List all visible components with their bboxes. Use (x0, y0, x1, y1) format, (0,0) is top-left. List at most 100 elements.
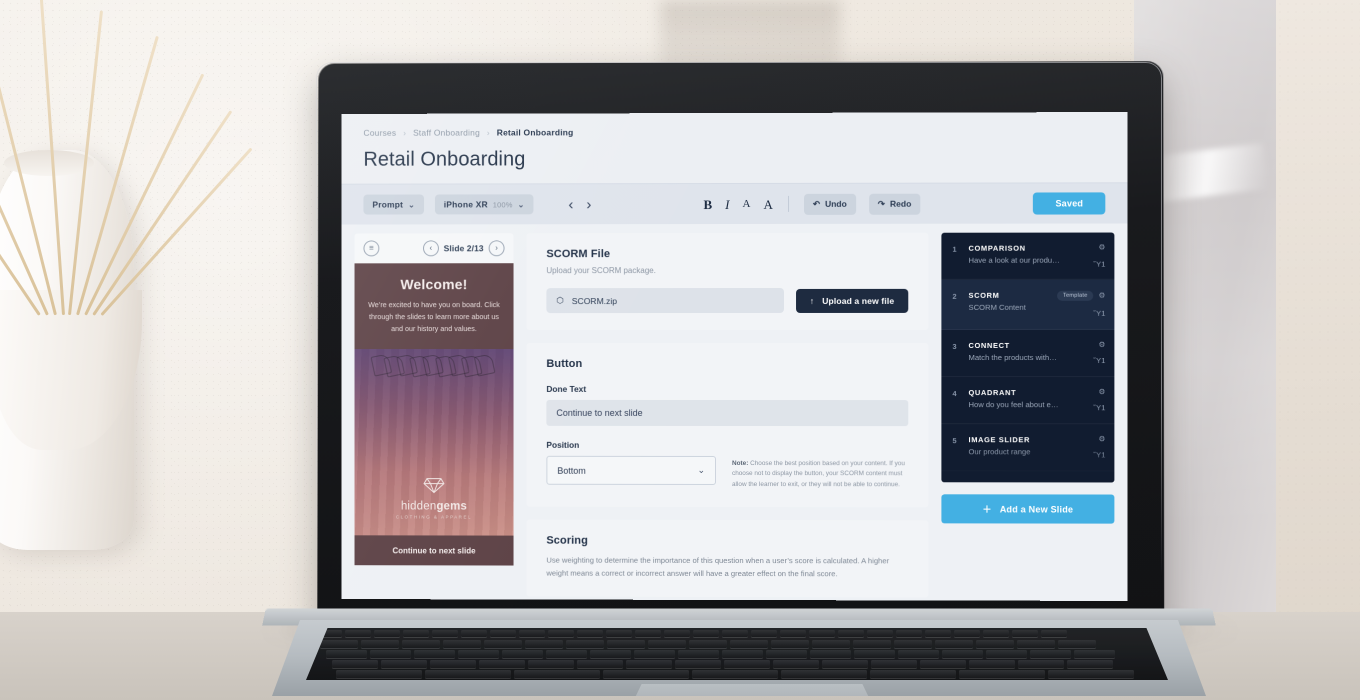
chevron-right-icon: › (403, 128, 406, 137)
trash-icon[interactable]: Ὕ1 (1093, 404, 1105, 412)
slide-list-item[interactable]: 2 SCORM SCORM Content Template ⚙ Ὕ1 (941, 280, 1114, 330)
slide-type-label: IMAGE SLIDER (969, 435, 1085, 444)
trash-icon[interactable]: Ὕ1 (1093, 260, 1105, 268)
keyboard-key (461, 630, 487, 637)
scoring-panel: Scoring Use weighting to determine the i… (526, 520, 928, 598)
upload-icon: ↑ (810, 295, 814, 305)
keyboard-key (810, 650, 851, 658)
keyboard-key (519, 630, 545, 637)
photo-scene: Courses › Staff Onboarding › Retail Onbo… (0, 0, 1360, 700)
device-dropdown-label: iPhone XR (444, 199, 488, 209)
slide-title: Welcome! (366, 276, 501, 292)
keyboard-key (724, 660, 770, 668)
save-button[interactable]: Saved (1033, 192, 1105, 214)
device-preview-card: ≡ ‹ Slide 2/13 › Welcome! We’re excited … (355, 233, 514, 565)
keyboard-key (1074, 650, 1115, 658)
reed-stem (92, 110, 232, 316)
keyboard-key (678, 650, 719, 658)
reed-stem (84, 73, 204, 315)
laptop-keydeck (272, 620, 1206, 696)
preview-next-icon[interactable]: › (489, 240, 505, 256)
gear-icon[interactable]: ⚙ (1099, 340, 1106, 348)
add-new-slide-button[interactable]: ＋ Add a New Slide (941, 494, 1114, 523)
font-size-large-button[interactable]: A (763, 197, 772, 210)
keyboard-key (1018, 660, 1064, 668)
trackpad (632, 684, 872, 700)
prompt-dropdown[interactable]: Prompt ⌄ (363, 195, 423, 215)
prev-slide-arrow[interactable]: ‹ (568, 197, 573, 212)
keyboard-key (983, 630, 1009, 637)
keyboard-key (525, 640, 563, 648)
keyboard-key (381, 660, 427, 668)
keyboard-key (853, 640, 891, 648)
upload-new-file-button[interactable]: ↑ Upload a new file (796, 288, 909, 312)
gear-icon[interactable]: ⚙ (1099, 388, 1106, 396)
upload-button-label: Upload a new file (822, 295, 894, 305)
gear-icon[interactable]: ⚙ (1099, 292, 1106, 300)
slide-cta-button[interactable]: Continue to next slide (355, 535, 514, 565)
keyboard-key (320, 640, 358, 648)
keyboard (306, 628, 1168, 680)
keyboard-key (374, 630, 400, 637)
plus-icon: ＋ (982, 502, 991, 515)
wall-texture-right (1276, 0, 1360, 660)
slide-list-item[interactable]: 4 QUADRANT How do you feel about e… ⚙ Ὕ1 (941, 377, 1114, 424)
italic-button[interactable]: I (725, 198, 729, 211)
keyboard-key (607, 640, 645, 648)
scorm-file-name: SCORM.zip (572, 296, 617, 306)
editor-body: ≡ ‹ Slide 2/13 › Welcome! We’re excited … (342, 223, 1128, 600)
done-text-input[interactable]: Continue to next slide (546, 400, 908, 426)
trash-icon[interactable]: Ὕ1 (1093, 310, 1105, 318)
next-slide-arrow[interactable]: › (586, 197, 591, 212)
settings-column: SCORM File Upload your SCORM package. ⬡ … (526, 233, 928, 601)
brand-logo: hiddengems CLOTHING & APPAREL (355, 478, 514, 520)
keyboard-key (838, 630, 864, 637)
slide-text: QUADRANT How do you feel about e… (969, 388, 1085, 409)
keyboard-key (722, 630, 748, 637)
gear-icon[interactable]: ⚙ (1099, 435, 1106, 443)
position-select[interactable]: Bottom ⌄ (546, 456, 716, 485)
menu-icon[interactable]: ≡ (363, 240, 379, 256)
page-title: Retail Onboarding (363, 147, 1105, 171)
gear-icon[interactable]: ⚙ (1099, 244, 1106, 252)
keyboard-key (577, 660, 623, 668)
device-dropdown[interactable]: iPhone XR 100% ⌄ (435, 194, 534, 214)
keyboard-key (336, 670, 422, 678)
app-window: Courses › Staff Onboarding › Retail Onbo… (342, 112, 1128, 601)
font-size-small-button[interactable]: A (742, 198, 750, 209)
keyboard-key (969, 660, 1015, 668)
keyboard-key (345, 630, 371, 637)
keyboard-key (402, 640, 440, 648)
keyboard-key (1058, 640, 1096, 648)
slide-list-item[interactable]: 1 COMPARISON Have a look at our produ… ⚙ Ὕ1 (941, 233, 1114, 280)
brand-name-light: hidden (401, 501, 437, 513)
breadcrumb-item-staff-onboarding[interactable]: Staff Onboarding (413, 128, 480, 138)
slides-column: 1 COMPARISON Have a look at our produ… ⚙ Ὕ1 2… (941, 233, 1114, 601)
brand-tagline: CLOTHING & APPAREL (355, 514, 514, 519)
slide-controls: Template ⚙ Ὕ1 (1057, 291, 1105, 318)
preview-prev-icon[interactable]: ‹ (423, 240, 439, 256)
keyboard-key (730, 640, 768, 648)
scorm-file-chip[interactable]: ⬡ SCORM.zip (546, 288, 783, 313)
undo-button[interactable]: ↶ Undo (804, 193, 856, 214)
position-select-value: Bottom (557, 465, 585, 475)
keyboard-key (635, 630, 661, 637)
undo-label: Undo (825, 199, 847, 209)
keyboard-key (332, 660, 378, 668)
trash-icon[interactable]: Ὕ1 (1093, 357, 1105, 365)
button-panel-title: Button (546, 358, 908, 370)
template-badge: Template (1057, 291, 1094, 301)
slide-badge-row: ⚙ (1099, 435, 1106, 443)
slide-controls: ⚙ Ὕ1 (1093, 388, 1105, 412)
slide-list-item[interactable]: 3 CONNECT Match the products with… ⚙ Ὕ1 (941, 329, 1114, 376)
toolbar-divider (788, 196, 789, 212)
keyboard-key (675, 660, 721, 668)
breadcrumb-item-courses[interactable]: Courses (363, 128, 396, 138)
keyboard-key (954, 630, 980, 637)
scoring-panel-title: Scoring (546, 535, 908, 548)
keyboard-key (771, 640, 809, 648)
slide-controls: ⚙ Ὕ1 (1093, 244, 1105, 268)
slide-text: SCORM SCORM Content (969, 291, 1048, 312)
bold-button[interactable]: B (703, 198, 712, 211)
redo-button[interactable]: ↷ Redo (869, 193, 921, 214)
